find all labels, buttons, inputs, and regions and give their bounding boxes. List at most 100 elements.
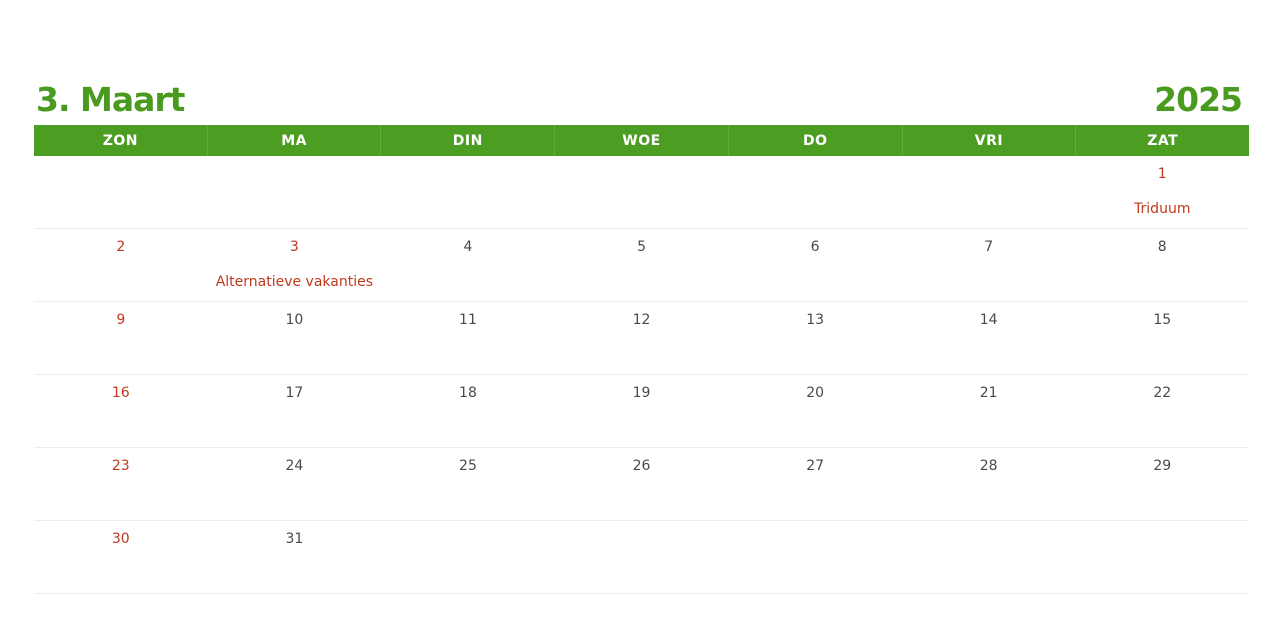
day-number: 22 xyxy=(1153,385,1172,401)
calendar-day-cell[interactable]: 9 xyxy=(34,302,208,374)
calendar-day-cell[interactable]: 13 xyxy=(728,302,902,374)
calendar-day-cell xyxy=(728,521,902,593)
day-event-label: Triduum xyxy=(1134,201,1191,217)
day-number xyxy=(381,165,555,183)
day-number: 24 xyxy=(285,458,304,474)
day-number: 31 xyxy=(285,531,304,547)
weekday-saturday: ZAT xyxy=(1147,132,1179,149)
day-number: 25 xyxy=(459,458,477,474)
day-number xyxy=(728,530,902,548)
calendar-day-cell xyxy=(1075,521,1249,593)
weekday-monday: MA xyxy=(208,125,382,156)
calendar-grid: 1 Triduum 2 3 Alternatieve vakanties 4 5 6 7 8 9 10… xyxy=(34,156,1249,594)
day-number xyxy=(902,530,1076,548)
calendar-week-row: 16 17 18 19 20 21 22 xyxy=(34,375,1249,448)
weekday-thursday: DO xyxy=(729,125,903,156)
calendar-day-cell[interactable]: 19 xyxy=(555,375,729,447)
day-number: 18 xyxy=(459,385,477,401)
calendar-day-cell xyxy=(902,521,1076,593)
calendar-week-row: 9 10 11 12 13 14 15 xyxy=(34,302,1249,375)
weekday-wednesday: WOE xyxy=(555,125,729,156)
day-number xyxy=(902,165,1076,183)
calendar-day-cell[interactable]: 23 xyxy=(34,448,208,520)
weekday-friday: VRI xyxy=(903,125,1077,156)
day-number: 23 xyxy=(111,458,130,474)
month-title: 3. Maart xyxy=(36,79,185,119)
calendar-day-cell[interactable]: 2 xyxy=(34,229,208,301)
calendar-day-cell[interactable]: 1 Triduum xyxy=(1075,156,1249,228)
calendar-day-cell[interactable]: 12 xyxy=(555,302,729,374)
calendar-day-cell[interactable]: 28 xyxy=(902,448,1076,520)
calendar-week-row: 1 Triduum xyxy=(34,156,1249,229)
calendar-day-cell[interactable]: 6 xyxy=(728,229,902,301)
day-number: 3 xyxy=(289,239,299,255)
day-number: 6 xyxy=(810,239,820,255)
calendar-day-cell[interactable]: 24 xyxy=(208,448,382,520)
day-number: 1 xyxy=(1157,166,1167,182)
calendar-day-cell[interactable]: 20 xyxy=(728,375,902,447)
day-number xyxy=(1075,530,1249,548)
day-number: 12 xyxy=(632,312,651,328)
day-number xyxy=(381,530,555,548)
day-number: 15 xyxy=(1153,312,1172,328)
day-number: 2 xyxy=(116,239,126,255)
day-number xyxy=(555,165,729,183)
calendar-day-cell[interactable]: 29 xyxy=(1075,448,1249,520)
day-number: 10 xyxy=(285,312,304,328)
calendar-week-row: 23 24 25 26 27 28 29 xyxy=(34,448,1249,521)
day-number: 20 xyxy=(806,385,825,401)
day-number: 14 xyxy=(979,312,998,328)
day-number: 16 xyxy=(111,385,130,401)
day-number: 5 xyxy=(637,239,646,255)
day-number xyxy=(34,165,208,183)
day-number: 9 xyxy=(116,312,126,328)
calendar-day-cell[interactable]: 15 xyxy=(1075,302,1249,374)
day-number xyxy=(555,530,729,548)
day-number: 11 xyxy=(459,312,477,328)
day-number: 8 xyxy=(1157,239,1167,255)
calendar-day-cell[interactable]: 18 xyxy=(381,375,555,447)
day-number: 28 xyxy=(979,458,998,474)
calendar-day-cell xyxy=(728,156,902,228)
calendar-day-cell xyxy=(902,156,1076,228)
calendar-day-cell[interactable]: 22 xyxy=(1075,375,1249,447)
calendar-day-cell[interactable]: 14 xyxy=(902,302,1076,374)
calendar-day-cell xyxy=(34,156,208,228)
calendar-day-cell[interactable]: 27 xyxy=(728,448,902,520)
calendar-day-cell[interactable]: 17 xyxy=(208,375,382,447)
calendar-day-cell xyxy=(381,521,555,593)
calendar-week-row: 2 3 Alternatieve vakanties 4 5 6 7 8 xyxy=(34,229,1249,302)
day-number xyxy=(728,165,902,183)
weekday-sunday: ZON xyxy=(34,125,208,156)
calendar-day-cell[interactable]: 7 xyxy=(902,229,1076,301)
calendar-day-cell xyxy=(381,156,555,228)
calendar-day-cell[interactable]: 10 xyxy=(208,302,382,374)
weekday-tuesday: DIN xyxy=(381,125,556,156)
day-number: 26 xyxy=(632,458,651,474)
day-number xyxy=(208,165,382,183)
calendar-day-cell[interactable]: 31 xyxy=(208,521,382,593)
calendar-day-cell[interactable]: 16 xyxy=(34,375,208,447)
day-number: 4 xyxy=(463,239,473,255)
calendar-day-cell xyxy=(555,156,729,228)
calendar-day-cell[interactable]: 8 xyxy=(1075,229,1249,301)
calendar-day-cell xyxy=(208,156,382,228)
day-number: 17 xyxy=(285,385,304,401)
calendar-day-cell[interactable]: 11 xyxy=(381,302,555,374)
day-number: 27 xyxy=(806,458,825,474)
calendar-day-cell[interactable]: 4 xyxy=(381,229,555,301)
calendar-day-cell[interactable]: 26 xyxy=(555,448,729,520)
day-number: 30 xyxy=(111,531,130,547)
calendar-title-row: 3. Maart 2025 xyxy=(36,78,1243,120)
calendar-day-cell[interactable]: 30 xyxy=(34,521,208,593)
calendar-week-row: 30 31 xyxy=(34,521,1249,594)
calendar-day-cell[interactable]: 5 xyxy=(555,229,729,301)
day-number: 13 xyxy=(806,312,825,328)
calendar-day-cell[interactable]: 3 Alternatieve vakanties xyxy=(208,229,382,301)
day-number: 21 xyxy=(979,385,998,401)
calendar-day-cell xyxy=(555,521,729,593)
day-number: 7 xyxy=(984,239,994,255)
year-title: 2025 xyxy=(1154,79,1243,119)
calendar-day-cell[interactable]: 21 xyxy=(902,375,1076,447)
calendar-day-cell[interactable]: 25 xyxy=(381,448,555,520)
